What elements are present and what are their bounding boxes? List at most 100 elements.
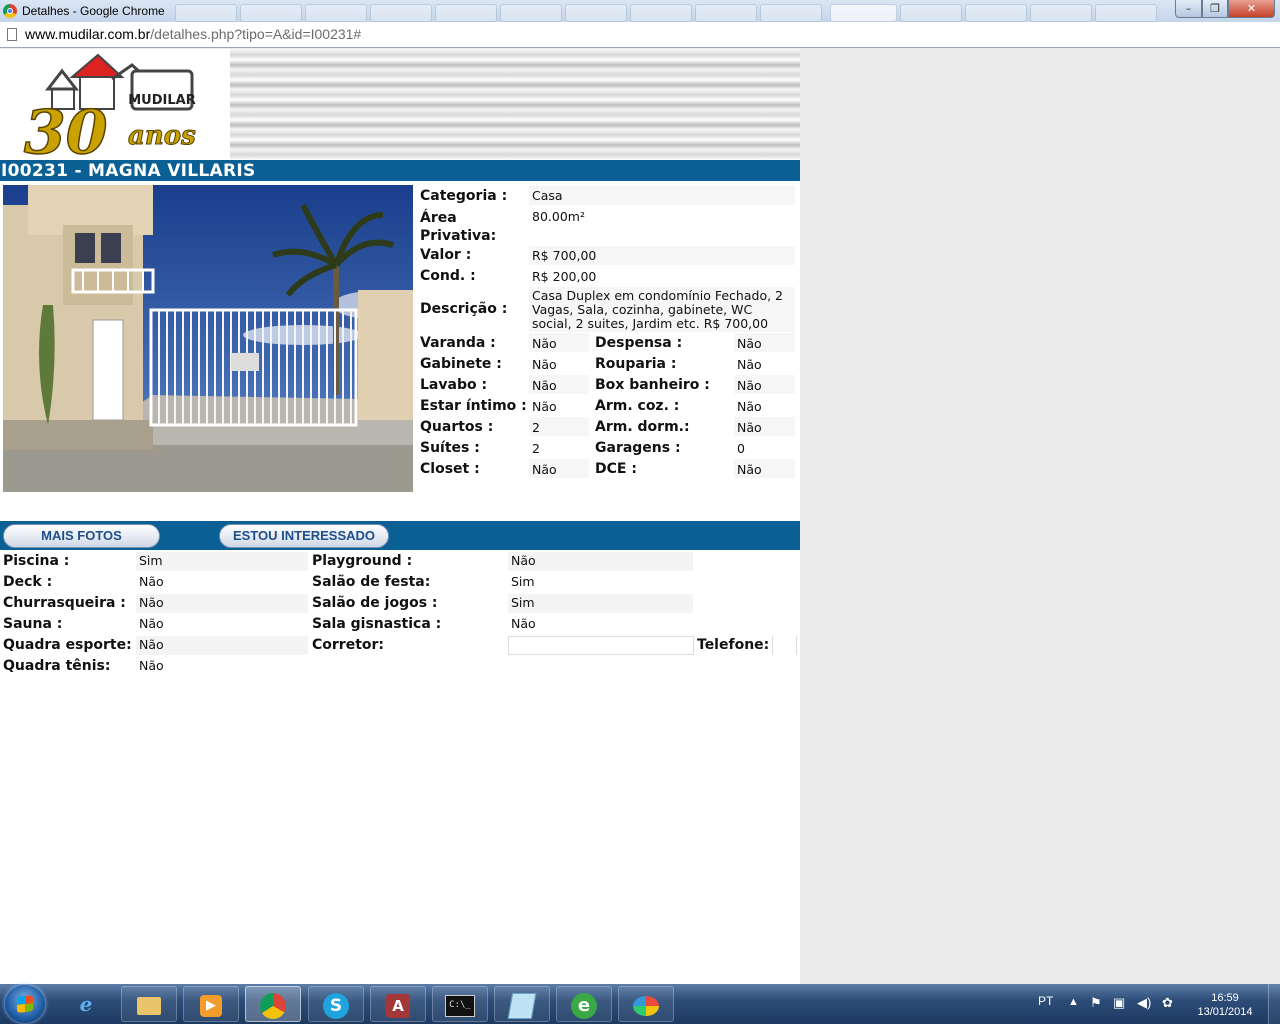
quadra-tenis-value: Não (139, 658, 164, 673)
background-tab[interactable] (1095, 4, 1157, 22)
churrasqueira-label: Churrasqueira : (3, 595, 126, 611)
window-titlebar: Detalhes - Google Chrome – ❐ ✕ (0, 0, 1280, 22)
active-tab[interactable] (830, 4, 897, 22)
system-clock[interactable]: 16:59 13/01/2014 (1190, 991, 1260, 1019)
categoria-label: Categoria : (420, 188, 508, 204)
dce-value: Não (737, 462, 762, 477)
windows-taskbar: e ▶ S A C:\_ e PT ▲ ⚑ ▣ ◀) ✿ 16:59 13/01… (0, 984, 1280, 1024)
close-button[interactable]: ✕ (1228, 0, 1275, 18)
salao-festa-value: Sim (511, 574, 535, 589)
cmd-icon[interactable]: C:\_ (432, 986, 488, 1022)
background-tab[interactable] (500, 4, 562, 22)
windows-logo-icon (17, 995, 33, 1013)
quadra-esporte-label: Quadra esporte: (3, 637, 132, 653)
categoria-value: Casa (532, 188, 563, 203)
background-tab[interactable] (630, 4, 692, 22)
garagens-label: Garagens : (595, 440, 681, 456)
lavabo-value: Não (532, 378, 557, 393)
background-tab[interactable] (370, 4, 432, 22)
url-host: www.mudilar.com.br (25, 26, 151, 42)
url-path: /detalhes.php?tipo=A&id=I00231# (150, 26, 362, 42)
volume-icon[interactable]: ◀) (1137, 995, 1151, 1011)
estar-intimo-value: Não (532, 399, 557, 414)
background-tab[interactable] (695, 4, 757, 22)
rouparia-label: Rouparia : (595, 356, 677, 372)
dce-label: DCE : (595, 461, 637, 477)
sync-icon[interactable]: ✿ (1162, 995, 1173, 1011)
background-tab[interactable] (240, 4, 302, 22)
page-margin (800, 49, 1280, 984)
corretor-label: Corretor: (312, 637, 385, 653)
sauna-value: Não (139, 616, 164, 631)
valor-value: R$ 700,00 (532, 248, 597, 263)
piscina-label: Piscina : (3, 553, 70, 569)
url-text[interactable]: www.mudilar.com.br/detalhes.php?tipo=A&i… (25, 26, 361, 42)
window-title: Detalhes - Google Chrome (22, 4, 165, 18)
mais-fotos-button[interactable]: MAIS FOTOS (3, 524, 160, 548)
categoria-cell (529, 186, 795, 205)
background-tab[interactable] (900, 4, 962, 22)
start-button[interactable] (5, 985, 45, 1023)
maximize-button[interactable]: ❐ (1202, 0, 1228, 18)
suites-value: 2 (532, 441, 540, 456)
background-tab[interactable] (1030, 4, 1092, 22)
closet-value: Não (532, 462, 557, 477)
address-bar[interactable]: www.mudilar.com.br/detalhes.php?tipo=A&i… (0, 22, 1280, 48)
media-player-icon[interactable]: ▶ (183, 986, 239, 1022)
descricao-label: Descrição : (420, 301, 508, 317)
logo-years: 30 (24, 98, 108, 160)
background-tab[interactable] (965, 4, 1027, 22)
lavabo-label: Lavabo : (420, 377, 488, 393)
action-center-icon[interactable]: ⚑ (1090, 995, 1102, 1011)
arm-dorm-value: Não (737, 420, 762, 435)
area-label: Área Privativa: (420, 210, 497, 244)
show-hidden-icons-icon[interactable]: ▲ (1068, 996, 1079, 1008)
playground-value: Não (511, 553, 536, 568)
show-desktop-button[interactable] (1268, 984, 1280, 1024)
logo-anos: anos (128, 121, 196, 151)
quartos-value: 2 (532, 420, 540, 435)
deck-value: Não (139, 574, 164, 589)
chrome-icon[interactable] (245, 986, 301, 1022)
background-tab[interactable] (760, 4, 822, 22)
playground-label: Playground : (312, 553, 413, 569)
language-indicator[interactable]: PT (1038, 994, 1053, 1008)
cond-value: R$ 200,00 (532, 269, 597, 284)
varanda-label: Varanda : (420, 335, 496, 351)
page-content: MUDILAR 30 anos I00231 - MAGNA VILLARIS (0, 49, 800, 984)
background-tab[interactable] (565, 4, 627, 22)
descricao-value: Casa Duplex em condomínio Fechado, 2 Vag… (532, 288, 783, 331)
box-banheiro-label: Box banheiro : (595, 377, 710, 393)
access-icon[interactable]: A (370, 986, 426, 1022)
garagens-value: 0 (737, 441, 745, 456)
logo-brand: MUDILAR (128, 93, 195, 108)
background-tab[interactable] (175, 4, 237, 22)
skype-icon[interactable]: S (308, 986, 364, 1022)
property-title: I00231 - MAGNA VILLARIS (1, 161, 256, 181)
despensa-label: Despensa : (595, 335, 683, 351)
salao-festa-label: Salão de festa: (312, 574, 431, 590)
sala-gisnastica-label: Sala gisnastica : (312, 616, 442, 632)
cond-label: Cond. : (420, 268, 476, 284)
piscina-value: Sim (139, 553, 163, 568)
arm-coz-label: Arm. coz. : (595, 398, 680, 414)
e-icon[interactable]: e (556, 986, 612, 1022)
internet-explorer-icon[interactable]: e (58, 986, 114, 1022)
background-tab[interactable] (435, 4, 497, 22)
estou-interessado-button[interactable]: ESTOU INTERESSADO (219, 524, 389, 548)
property-title-bar: I00231 - MAGNA VILLARIS (0, 160, 800, 181)
minimize-button[interactable]: – (1175, 0, 1202, 18)
paint-icon[interactable] (618, 986, 674, 1022)
notepad-icon[interactable] (494, 986, 550, 1022)
gabinete-value: Não (532, 357, 557, 372)
deck-label: Deck : (3, 574, 53, 590)
file-explorer-icon[interactable] (121, 986, 177, 1022)
gabinete-label: Gabinete : (420, 356, 502, 372)
property-photo[interactable] (3, 185, 413, 492)
mudilar-logo[interactable]: MUDILAR 30 anos (0, 49, 230, 169)
chrome-icon (3, 4, 17, 18)
background-tab[interactable] (305, 4, 367, 22)
despensa-value: Não (737, 336, 762, 351)
network-icon[interactable]: ▣ (1113, 995, 1125, 1011)
box-banheiro-value: Não (737, 378, 762, 393)
